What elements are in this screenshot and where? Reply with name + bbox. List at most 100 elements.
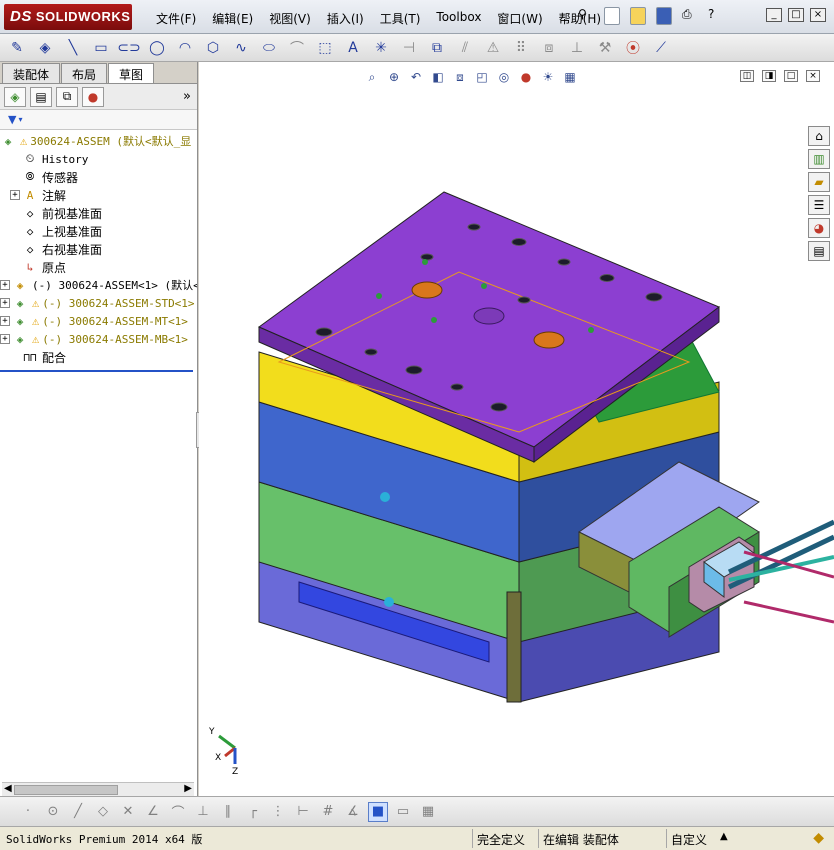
rectangle-icon[interactable]: ▭ — [90, 38, 112, 58]
zoom-to-area-icon[interactable]: ⊕ — [385, 68, 403, 86]
menu-toolbox[interactable]: Toolbox — [428, 8, 489, 29]
graphics-area[interactable]: ⌕ ⊕ ↶ ◧ ⧈ ◰ ◎ ● ☀ ▦ ◫ ◨ □ × ⌂ ▥ ▰ ☰ ◕ ▤ … — [199, 62, 834, 796]
offset-icon[interactable]: ⫽ — [454, 38, 476, 58]
restore-icon[interactable]: ◨ — [762, 70, 776, 82]
ellipse-icon[interactable]: ⬭ — [258, 38, 280, 58]
menu-view[interactable]: 视图(V) — [261, 8, 319, 29]
tree-item-mates[interactable]: ⊓⊓ 配合 — [0, 348, 197, 366]
units-dropdown-icon[interactable]: ▲ — [720, 831, 728, 842]
previous-view-icon[interactable]: ↶ — [407, 68, 425, 86]
window-view-icon[interactable]: ▭ — [393, 802, 413, 822]
display-relations-icon[interactable]: ⊥ — [566, 38, 588, 58]
perpendicular-snap-icon[interactable]: ⊥ — [193, 802, 213, 822]
menu-file[interactable]: 文件(F) — [148, 8, 204, 29]
menu-edit[interactable]: 编辑(E) — [204, 8, 261, 29]
expand-icon[interactable]: + — [0, 298, 10, 308]
circle-icon[interactable]: ◯ — [146, 38, 168, 58]
home-icon[interactable]: ⌂ — [808, 126, 830, 146]
tangent-snap-icon[interactable]: ⌒ — [168, 802, 188, 822]
expand-icon[interactable]: + — [0, 316, 10, 326]
angle-icon[interactable]: ∡ — [343, 802, 363, 822]
polygon-icon[interactable]: ⬡ — [202, 38, 224, 58]
tree-item-front-plane[interactable]: ◇ 前视基准面 — [0, 204, 197, 222]
tree-item-component[interactable]: + ◈ ⚠ (-) 300624-ASSEM-MT<1> — [0, 312, 197, 330]
sketch-icon[interactable]: ✎ — [6, 38, 28, 58]
zoom-to-fit-icon[interactable]: ⌕ — [363, 68, 381, 86]
text-icon[interactable]: A — [342, 38, 364, 58]
appearances-icon[interactable]: ◕ — [808, 218, 830, 238]
dimension-icon[interactable]: ⊢ — [293, 802, 313, 822]
print-icon[interactable]: ⎙ — [682, 7, 698, 25]
scroll-right-icon[interactable]: ▶ — [184, 783, 192, 794]
edit-appearance-icon[interactable]: ● — [517, 68, 535, 86]
fillet-icon[interactable]: ⌒ — [286, 38, 308, 58]
display-manager-icon[interactable]: ● — [82, 86, 104, 107]
tree-item-top-plane[interactable]: ◇ 上视基准面 — [0, 222, 197, 240]
rapid-sketch-icon[interactable]: ⟋ — [650, 38, 672, 58]
maximize-button[interactable]: □ — [788, 8, 804, 22]
tree-item-origin[interactable]: ↳ 原点 — [0, 258, 197, 276]
spline-icon[interactable]: ∿ — [230, 38, 252, 58]
menu-window[interactable]: 窗口(W) — [489, 8, 550, 29]
tree-item-sensors[interactable]: ⦾ 传感器 — [0, 168, 197, 186]
line-snap-icon[interactable]: ╱ — [68, 802, 88, 822]
horizontal-snap-icon[interactable]: ┌ — [243, 802, 263, 822]
custom-properties-icon[interactable]: ▤ — [808, 241, 830, 261]
line-icon[interactable]: ╲ — [62, 38, 84, 58]
intersection-snap-icon[interactable]: ✕ — [118, 802, 138, 822]
menu-insert[interactable]: 插入(I) — [319, 8, 372, 29]
tree-item-annotations[interactable]: + A 注解 — [0, 186, 197, 204]
help-icon[interactable]: ? — [708, 7, 724, 25]
quadrant-snap-icon[interactable]: ◇ — [93, 802, 113, 822]
expand-icon[interactable]: + — [10, 190, 20, 200]
quick-snaps-icon[interactable]: ⦿ — [622, 38, 644, 58]
convert-entities-icon[interactable]: ⧉ — [426, 38, 448, 58]
file-explorer-icon[interactable]: ▰ — [808, 172, 830, 192]
save-icon[interactable] — [656, 7, 672, 25]
tree-root[interactable]: ◈ ⚠ 300624-ASSEM (默认<默认_显 — [0, 132, 197, 150]
arc-icon[interactable]: ◠ — [174, 38, 196, 58]
expand-icon[interactable]: + — [0, 334, 10, 344]
tree-item-component[interactable]: + ◈ (-) 300624-ASSEM<1> (默认< — [0, 276, 197, 294]
tab-layout[interactable]: 布局 — [61, 63, 108, 83]
hide-show-items-icon[interactable]: ◎ — [495, 68, 513, 86]
nearest-snap-icon[interactable]: ∠ — [143, 802, 163, 822]
filter-icon[interactable]: ▼ — [8, 113, 16, 126]
view-orientation-icon[interactable]: ⧈ — [451, 68, 469, 86]
slot-icon[interactable]: ⊂⊃ — [117, 38, 140, 58]
tree-item-history[interactable]: ⏲ History — [0, 150, 197, 168]
trim-icon[interactable]: ⊣ — [398, 38, 420, 58]
more-tabs-icon[interactable]: » — [183, 89, 191, 104]
minimize-button[interactable]: _ — [766, 8, 782, 22]
section-view-icon[interactable]: ◧ — [429, 68, 447, 86]
tree-item-right-plane[interactable]: ◇ 右视基准面 — [0, 240, 197, 258]
tree-item-component[interactable]: + ◈ ⚠ (-) 300624-ASSEM-STD<1> — [0, 294, 197, 312]
point-snap-icon[interactable]: · — [18, 802, 38, 822]
view-settings-icon[interactable]: ▦ — [561, 68, 579, 86]
viewport-maximize-icon[interactable]: □ — [784, 70, 798, 82]
close-button[interactable]: × — [810, 8, 826, 22]
apply-scene-icon[interactable]: ☀ — [539, 68, 557, 86]
shaded-view-icon[interactable]: ■ — [368, 801, 388, 822]
tile-icon[interactable]: ◫ — [740, 70, 754, 82]
filter-dropdown-icon[interactable]: ▾ — [18, 115, 22, 124]
mold-assembly-model[interactable] — [199, 62, 834, 796]
repair-sketch-icon[interactable]: ⚒ — [594, 38, 616, 58]
grid-icon[interactable]: # — [318, 802, 338, 822]
menu-tools[interactable]: 工具(T) — [372, 8, 429, 29]
tree-item-component[interactable]: + ◈ ⚠ (-) 300624-ASSEM-MB<1> — [0, 330, 197, 348]
tab-assembly[interactable]: 装配体 — [2, 63, 61, 83]
smart-dimension-icon[interactable]: ◈ — [34, 38, 56, 58]
point-icon[interactable]: ✳ — [370, 38, 392, 58]
property-manager-icon[interactable]: ▤ — [30, 86, 52, 107]
grid-snap-icon[interactable]: ⋮ — [268, 802, 288, 822]
new-document-icon[interactable] — [604, 7, 620, 25]
mirror-icon[interactable]: ⚠ — [482, 38, 504, 58]
viewport-close-icon[interactable]: × — [806, 70, 820, 82]
tab-sketch[interactable]: 草图 — [108, 63, 155, 83]
move-entities-icon[interactable]: ⧈ — [538, 38, 560, 58]
pin-icon[interactable]: ⚲ — [578, 7, 594, 25]
scroll-thumb[interactable] — [14, 785, 118, 795]
open-folder-icon[interactable] — [630, 7, 646, 25]
center-snap-icon[interactable]: ⊙ — [43, 802, 63, 822]
